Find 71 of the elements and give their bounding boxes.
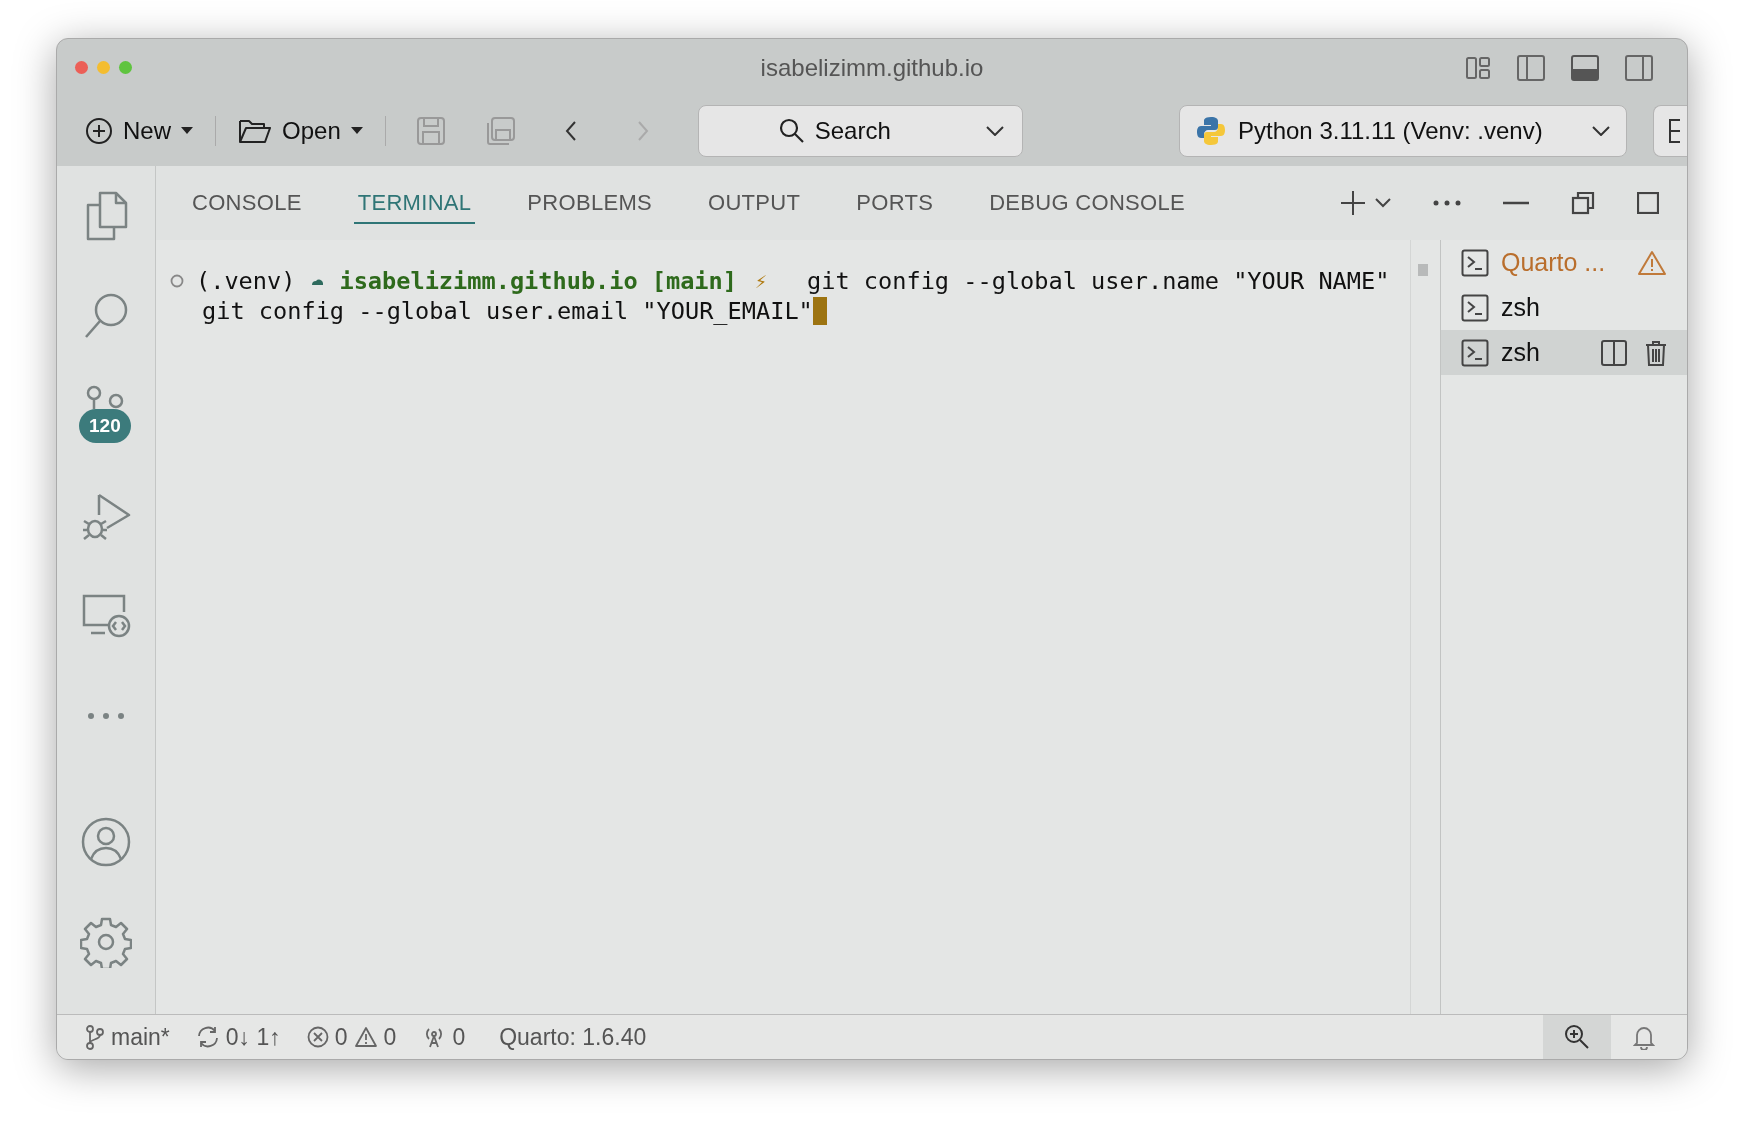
terminal-list-item[interactable]: zsh: [1441, 330, 1687, 375]
interpreter-selector[interactable]: Python 3.11.11 (Venv: .venv): [1179, 105, 1627, 157]
terminal-cursor: [812, 297, 827, 325]
sync-icon: [195, 1026, 220, 1048]
panel-tab[interactable]: CONSOLE: [188, 182, 306, 224]
chevron-down-icon[interactable]: [1375, 198, 1391, 208]
caret-icon: [181, 127, 193, 135]
files-icon[interactable]: [84, 191, 128, 241]
plus-circle-icon: [85, 117, 113, 145]
terminal-list-item[interactable]: Quarto ...: [1441, 240, 1687, 285]
plus-icon[interactable]: [1339, 189, 1367, 217]
open-button[interactable]: Open: [232, 113, 369, 149]
search-icon: [778, 118, 805, 144]
search-field[interactable]: Search: [697, 105, 1023, 157]
zoom-in-icon: [1564, 1024, 1590, 1050]
terminal-icon: [1461, 248, 1489, 277]
python-logo-icon: [1196, 116, 1226, 146]
count-badge: 120: [79, 409, 131, 443]
panel-tab[interactable]: OUTPUT: [704, 182, 805, 224]
bell-icon: [1633, 1024, 1655, 1050]
warning-icon: [353, 1026, 378, 1048]
close-window-button[interactable]: [75, 61, 88, 74]
terminal-icon: [1461, 293, 1489, 322]
toggle-secondary-sidebar-icon[interactable]: [1625, 54, 1653, 81]
restore-icon[interactable]: [1571, 191, 1595, 215]
window-title: isabelizimm.github.io: [760, 53, 984, 82]
terminal-command: git config --global user.email "YOUR_EMAIL": [202, 297, 813, 325]
directory-name: isabelizimm.github.io: [339, 267, 638, 295]
caret-icon: [350, 127, 363, 135]
sync-status[interactable]: 0↓ 1↑: [195, 1023, 281, 1051]
problems-status[interactable]: 0 0: [306, 1023, 397, 1051]
folder-icon: [238, 117, 272, 145]
branch-status[interactable]: main*: [85, 1023, 170, 1051]
toolbar-button[interactable]: [1653, 105, 1687, 157]
chevron-down-icon: [985, 126, 1004, 136]
terminal-command: git config --global user.name "YOUR NAME": [807, 267, 1390, 295]
settings-icon[interactable]: [80, 916, 132, 968]
source-control-icon[interactable]: [86, 385, 126, 409]
more-icon[interactable]: [1433, 200, 1461, 206]
scrollbar-thumb[interactable]: [1418, 264, 1428, 276]
new-button[interactable]: New: [79, 113, 199, 149]
toggle-panel-icon[interactable]: [1571, 54, 1599, 81]
panel-tab[interactable]: TERMINAL: [353, 182, 476, 224]
panel-tab[interactable]: PROBLEMS: [523, 182, 656, 224]
zoom-button[interactable]: [1543, 1015, 1611, 1059]
quarto-version[interactable]: Quarto: 1.6.40: [499, 1023, 647, 1051]
panel-tab[interactable]: PORTS: [852, 182, 938, 224]
trash-icon[interactable]: [1645, 339, 1667, 366]
venv-name: (.venv): [196, 267, 296, 295]
run-debug-icon[interactable]: [81, 491, 131, 541]
cloud-icon: [311, 277, 326, 285]
ports-status[interactable]: 0: [422, 1023, 466, 1051]
minimize-icon[interactable]: [1503, 201, 1529, 205]
git-branch-icon: [85, 1024, 105, 1050]
status-circle-icon: [170, 274, 184, 288]
split-terminal-icon[interactable]: [1601, 339, 1627, 366]
maximize-icon[interactable]: [1637, 192, 1659, 214]
account-icon[interactable]: [80, 816, 132, 868]
git-branch: [main]: [651, 267, 737, 295]
terminal-icon: [1461, 338, 1489, 367]
chevron-down-icon: [1592, 126, 1610, 136]
customize-layout-icon[interactable]: [1465, 55, 1491, 80]
remote-explorer-icon[interactable]: [81, 593, 131, 639]
panel-icon: [1668, 118, 1680, 144]
warning-icon: [1637, 249, 1667, 276]
terminal-list-item[interactable]: zsh: [1441, 285, 1687, 330]
lightning-symbol: ⚡: [755, 269, 768, 293]
toggle-primary-sidebar-icon[interactable]: [1517, 54, 1545, 81]
search-icon[interactable]: [83, 292, 129, 340]
error-icon: [306, 1026, 329, 1048]
panel-tab[interactable]: DEBUG CONSOLE: [985, 182, 1189, 224]
